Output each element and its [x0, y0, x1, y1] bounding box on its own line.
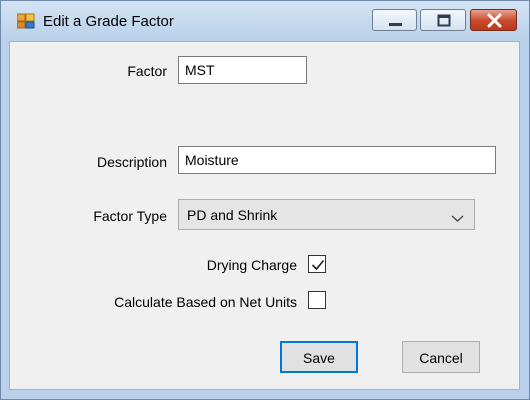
checkmark-icon: [311, 259, 325, 271]
close-button[interactable]: [470, 9, 517, 31]
chevron-down-icon: [451, 210, 464, 226]
factor-type-value: PD and Shrink: [187, 207, 278, 223]
factor-label: Factor: [127, 63, 167, 79]
close-icon: [487, 13, 502, 28]
minimize-icon: [389, 23, 402, 26]
calc-net-units-label: Calculate Based on Net Units: [114, 294, 297, 310]
window-title: Edit a Grade Factor: [43, 13, 174, 30]
dialog-body: Factor Description Factor Type PD and Sh…: [9, 41, 520, 390]
drying-charge-checkbox[interactable]: [308, 255, 326, 273]
save-button[interactable]: Save: [280, 341, 358, 373]
maximize-icon: [437, 14, 451, 27]
maximize-button[interactable]: [420, 9, 466, 31]
app-window-icon: [16, 13, 35, 29]
cancel-button[interactable]: Cancel: [402, 341, 480, 373]
dialog-window: Edit a Grade Factor Factor Description F…: [0, 0, 530, 400]
description-label: Description: [96, 154, 167, 170]
description-input[interactable]: [178, 146, 496, 174]
factor-type-label: Factor Type: [93, 208, 167, 224]
drying-charge-label: Drying Charge: [206, 257, 297, 273]
factor-type-select[interactable]: PD and Shrink: [178, 199, 475, 230]
minimize-button[interactable]: [372, 9, 417, 31]
factor-input[interactable]: [178, 56, 307, 84]
calc-net-units-checkbox[interactable]: [308, 291, 326, 309]
title-bar[interactable]: Edit a Grade Factor: [1, 1, 529, 41]
